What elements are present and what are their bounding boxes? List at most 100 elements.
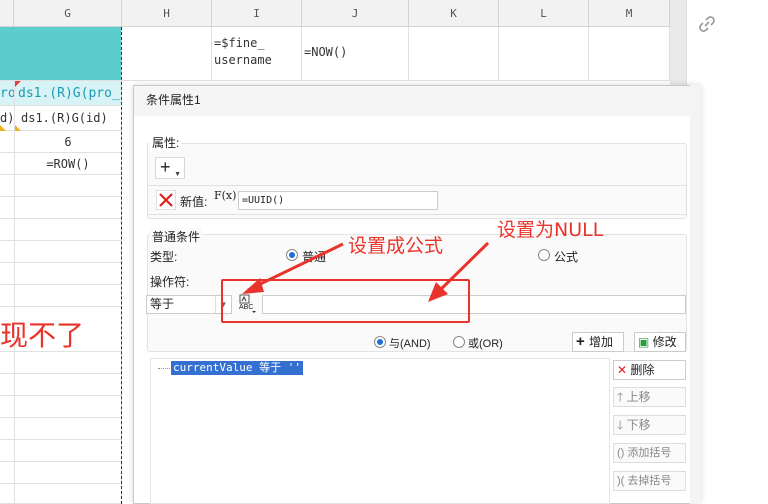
chevron-down-icon: ▼ bbox=[174, 171, 181, 178]
formula-annotation: 设置成公式 bbox=[348, 235, 444, 257]
cell[interactable] bbox=[15, 440, 122, 462]
cell-m2[interactable] bbox=[589, 27, 670, 81]
cell[interactable] bbox=[0, 484, 15, 504]
cell-j2[interactable]: =NOW() bbox=[302, 27, 409, 81]
cell-text: =$fine_ bbox=[214, 36, 265, 50]
cell-f5[interactable] bbox=[0, 131, 15, 153]
operator-select[interactable]: 等于 ▼ bbox=[146, 295, 232, 314]
operator-value: 等于 bbox=[150, 297, 175, 311]
cell-k2[interactable] bbox=[409, 27, 499, 81]
cell[interactable] bbox=[0, 352, 15, 374]
cell[interactable] bbox=[15, 462, 122, 484]
remove-bracket-label: 去掉括号 bbox=[627, 475, 672, 487]
cell[interactable] bbox=[15, 175, 122, 197]
condition-list[interactable] bbox=[150, 358, 610, 504]
add-attribute-button[interactable]: + ▼ bbox=[155, 157, 185, 179]
cell-text: ds1.(R)G(pro_ bbox=[18, 86, 120, 101]
condition-item[interactable]: currentValue 等于 '' bbox=[171, 361, 303, 375]
arrow-up-icon: 🡑 bbox=[617, 390, 627, 404]
cell-f3[interactable]: ro_ bbox=[0, 81, 15, 106]
or-radio[interactable] bbox=[453, 336, 465, 348]
link-icon-svg bbox=[699, 16, 715, 32]
col-header-g[interactable]: G bbox=[14, 0, 122, 27]
add-bracket-label: 添加括号 bbox=[627, 447, 672, 459]
up-label: 上移 bbox=[626, 390, 651, 404]
null-annotation: 设置为NULL bbox=[497, 219, 604, 241]
cell[interactable] bbox=[15, 241, 122, 263]
cell-g6[interactable]: =ROW() bbox=[15, 153, 122, 175]
col-header-h[interactable]: H bbox=[122, 0, 212, 27]
cell[interactable] bbox=[15, 352, 122, 374]
cell[interactable] bbox=[15, 263, 122, 285]
col-header-l[interactable]: L bbox=[499, 0, 589, 27]
cell-text: d) bbox=[0, 111, 15, 125]
cell[interactable] bbox=[0, 263, 15, 285]
dialog-scrollbar[interactable] bbox=[690, 85, 701, 504]
close-icon: ✕ bbox=[617, 363, 631, 377]
col-label: G bbox=[64, 7, 71, 20]
cell[interactable] bbox=[15, 484, 122, 504]
close-icon bbox=[159, 193, 173, 207]
delete-condition-button[interactable]: ✕ 删除 bbox=[613, 360, 686, 380]
type-formula-radio[interactable] bbox=[538, 249, 550, 261]
col-header-k[interactable]: K bbox=[409, 0, 499, 27]
cell-g4[interactable]: ds1.(R)G(id) bbox=[15, 106, 122, 131]
cell[interactable] bbox=[15, 396, 122, 418]
cell-g5[interactable]: 6 bbox=[15, 131, 122, 153]
cell[interactable] bbox=[0, 418, 15, 440]
cell-text: username bbox=[214, 53, 272, 67]
link-icon[interactable] bbox=[697, 14, 717, 34]
and-radio[interactable] bbox=[374, 336, 386, 348]
or-label: 或(OR) bbox=[468, 338, 503, 350]
cell-i2[interactable]: =$fine_ username bbox=[212, 27, 302, 81]
delete-label: 删除 bbox=[630, 363, 655, 377]
cell-h2[interactable] bbox=[122, 27, 212, 81]
cell-l2[interactable] bbox=[499, 27, 589, 81]
modify-label: 修改 bbox=[652, 335, 677, 349]
bracket-remove-icon: )( bbox=[617, 475, 628, 487]
cell[interactable] bbox=[0, 285, 15, 307]
add-bracket-button[interactable]: () 添加括号 bbox=[613, 443, 686, 463]
move-up-button[interactable]: 🡑 上移 bbox=[613, 387, 686, 407]
cell-marker bbox=[15, 81, 21, 87]
formula-icon[interactable]: F(x) bbox=[214, 188, 236, 210]
cell-g2[interactable] bbox=[0, 27, 122, 81]
cell[interactable] bbox=[15, 285, 122, 307]
cell[interactable] bbox=[0, 396, 15, 418]
remove-bracket-button[interactable]: )( 去掉括号 bbox=[613, 471, 686, 491]
cell[interactable] bbox=[0, 462, 15, 484]
type-normal-radio[interactable] bbox=[286, 249, 298, 261]
cell-g3[interactable]: ds1.(R)G(pro_ bbox=[15, 81, 122, 106]
tree-connector bbox=[158, 368, 170, 369]
new-value-input[interactable]: =UUID() bbox=[238, 191, 438, 210]
cell[interactable] bbox=[15, 374, 122, 396]
cell-f6[interactable] bbox=[0, 153, 15, 175]
new-value-label: 新值: bbox=[180, 195, 208, 209]
col-header-j[interactable]: J bbox=[302, 0, 409, 27]
add-label: 增加 bbox=[588, 335, 613, 349]
add-condition-button[interactable]: + 增加 bbox=[572, 332, 624, 352]
down-label: 下移 bbox=[626, 418, 651, 432]
red-annotation-text: 现不了 bbox=[0, 319, 85, 352]
operator-label: 操作符: bbox=[150, 275, 190, 289]
cell[interactable] bbox=[0, 440, 15, 462]
cell[interactable] bbox=[0, 175, 15, 197]
modify-condition-button[interactable]: ▣ 修改 bbox=[634, 332, 686, 352]
type-label: 类型: bbox=[150, 250, 178, 264]
cell[interactable] bbox=[15, 197, 122, 219]
col-label: L bbox=[540, 7, 547, 20]
cell[interactable] bbox=[0, 241, 15, 263]
col-header-i[interactable]: I bbox=[212, 0, 302, 27]
cell[interactable] bbox=[0, 219, 15, 241]
col-header-f[interactable] bbox=[0, 0, 14, 27]
move-down-button[interactable]: 🡓 下移 bbox=[613, 415, 686, 435]
delete-attribute-button[interactable] bbox=[156, 190, 176, 210]
col-label: M bbox=[625, 7, 633, 20]
cell[interactable] bbox=[15, 219, 122, 241]
col-header-m[interactable]: M bbox=[589, 0, 670, 27]
dialog-title: 条件属性1 bbox=[134, 86, 700, 116]
cell[interactable] bbox=[0, 197, 15, 219]
cell[interactable] bbox=[0, 374, 15, 396]
highlight-box bbox=[221, 279, 470, 323]
cell[interactable] bbox=[15, 418, 122, 440]
